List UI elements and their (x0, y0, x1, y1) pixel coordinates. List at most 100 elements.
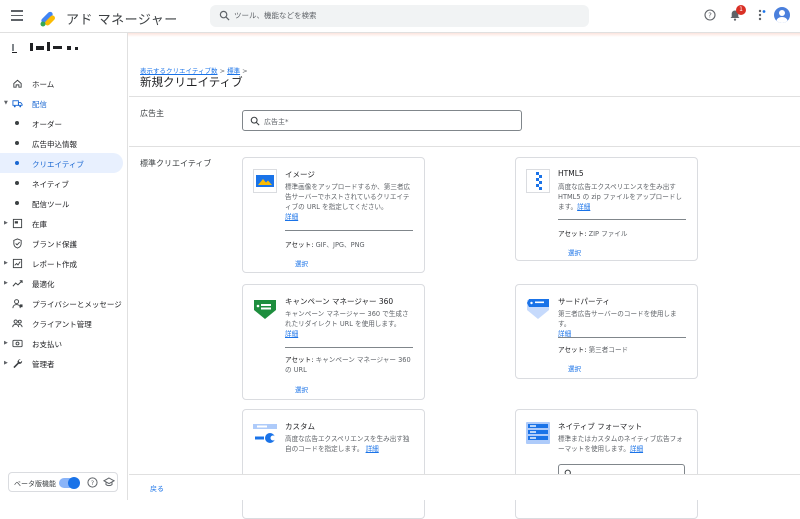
card-assets: アセット: GIF、JPG、PNG (285, 240, 415, 250)
sidebar-item-label: 管理者 (32, 360, 55, 369)
sidebar: ホーム ▼ 配信 オーダー 広告申込情報 クリエイティブ ネイティブ 配信ツール (0, 33, 128, 500)
network-name-redacted[interactable] (12, 40, 102, 54)
advertiser-input[interactable]: 広告主* (242, 110, 522, 131)
app-name: アド マネージャー (66, 13, 178, 28)
learn-more-link[interactable]: 詳細 (366, 445, 379, 453)
sidebar-item-delivery[interactable]: ▼ 配信 (0, 93, 128, 113)
inventory-icon (12, 218, 23, 229)
sidebar-item-label: ホーム (32, 80, 55, 89)
bullet-icon (15, 201, 19, 205)
asset-label: アセット: (558, 346, 587, 354)
select-button[interactable]: 選択 (295, 258, 308, 268)
breadcrumb-separator: > (242, 67, 248, 75)
learn-more-link[interactable]: 詳細 (577, 203, 590, 211)
beta-features-label: ベータ版機能 (14, 480, 56, 488)
select-button[interactable]: 選択 (568, 247, 581, 257)
card-assets: アセット: 第三者コード (558, 345, 688, 355)
notification-badge: 1 (736, 5, 746, 15)
native-format-icon (526, 422, 550, 444)
sidebar-item-proposals[interactable]: 広告申込情報 (0, 133, 128, 153)
learn-more-link[interactable]: 詳細 (285, 213, 298, 221)
standard-creatives-label: 標準クリエイティブ (140, 159, 212, 168)
card-description-text: 第三者広告サーバーのコードを使用します。 (558, 310, 677, 328)
sidebar-item-label: 配信ツール (32, 200, 70, 209)
sidebar-item-admin[interactable]: ▶ 管理者 (0, 353, 128, 373)
sidebar-item-brand-safety[interactable]: ブランド保護 (0, 233, 128, 253)
html5-icon (526, 169, 550, 193)
creative-card-image[interactable]: イメージ 標準画像をアップロードするか、第三者広告サーバーでホストされているクリ… (242, 157, 425, 273)
card-description: 高度な広告エクスペリエンスを生み出す独自のコードを指定します。 詳細 (285, 434, 415, 454)
creative-card-campaign-manager[interactable]: キャンペーン マネージャー 360 キャンペーン マネージャー 360 で生成さ… (242, 284, 425, 400)
learn-more-link[interactable]: 詳細 (630, 445, 643, 453)
asset-label: アセット: (285, 241, 314, 249)
search-icon (219, 10, 230, 21)
card-description-text: キャンペーン マネージャー 360 で生成されたリダイレクト URL を使用しま… (285, 310, 409, 328)
creative-card-html5[interactable]: HTML5 高度な広告エクスペリエンスを生み出す HTML5 の zip ファイ… (515, 157, 698, 261)
search-placeholder: ツール、機能などを検索 (234, 11, 317, 20)
svg-text:?: ? (708, 12, 712, 20)
sidebar-item-label: クリエイティブ (32, 160, 84, 169)
expand-down-icon[interactable]: ▼ (4, 100, 8, 106)
account-avatar[interactable] (774, 7, 790, 23)
card-title: サードパーティ (558, 297, 611, 306)
trending-icon (12, 280, 23, 287)
expand-right-icon[interactable]: ▶ (4, 340, 8, 346)
truck-icon (12, 100, 23, 108)
beta-features-toggle[interactable] (59, 477, 80, 489)
creative-card-custom[interactable]: カスタム 高度な広告エクスペリエンスを生み出す独自のコードを指定します。 詳細 (242, 409, 425, 519)
select-button[interactable]: 選択 (295, 384, 308, 394)
card-description-text: 標準画像をアップロードするか、第三者広告サーバーでホストされているクリエイティブ… (285, 183, 411, 211)
sidebar-item-label: プライバシーとメッセージ (32, 300, 122, 309)
menu-icon[interactable] (11, 10, 23, 22)
help-icon[interactable]: ? (704, 9, 716, 21)
sidebar-item-privacy[interactable]: プライバシーとメッセージ (0, 293, 128, 313)
beta-features-panel: ベータ版機能 ? (8, 472, 118, 492)
expand-right-icon[interactable]: ▶ (4, 280, 8, 286)
shield-icon (13, 238, 22, 249)
payment-icon (12, 339, 23, 348)
custom-code-icon (253, 424, 277, 443)
card-description: 第三者広告サーバーのコードを使用します。 詳細 (558, 309, 688, 339)
learn-more-link[interactable]: 詳細 (285, 330, 298, 338)
card-assets: アセット: ZIP ファイル (558, 229, 688, 239)
expand-right-icon[interactable]: ▶ (4, 220, 8, 226)
card-assets: アセット: キャンペーン マネージャー 360 の URL (285, 355, 415, 375)
sidebar-item-creatives[interactable]: クリエイティブ (0, 153, 123, 173)
sidebar-item-reporting[interactable]: ▶ レポート作成 (0, 253, 128, 273)
expand-right-icon[interactable]: ▶ (4, 260, 8, 266)
asset-label: アセット: (558, 230, 587, 238)
asset-value: ZIP ファイル (586, 230, 628, 238)
search-bar[interactable]: ツール、機能などを検索 (210, 5, 589, 27)
sidebar-item-orders[interactable]: オーダー (0, 113, 128, 133)
back-button[interactable]: 戻る (150, 484, 164, 494)
third-party-tag-icon (527, 299, 549, 319)
sidebar-item-clients[interactable]: クライアント管理 (0, 313, 128, 333)
sidebar-item-label: ネイティブ (32, 180, 69, 189)
card-divider (558, 219, 686, 220)
advertiser-label: 広告主 (140, 109, 164, 118)
sidebar-item-billing[interactable]: ▶ お支払い (0, 333, 128, 353)
select-button[interactable]: 選択 (568, 363, 581, 373)
sidebar-item-label: 在庫 (32, 220, 47, 229)
help-icon[interactable]: ? (87, 477, 98, 488)
sidebar-item-delivery-tools[interactable]: 配信ツール (0, 193, 128, 213)
ad-manager-logo[interactable] (38, 6, 60, 28)
card-title: ネイティブ フォーマット (558, 422, 643, 431)
school-icon[interactable] (103, 477, 115, 488)
sidebar-item-label: オーダー (32, 120, 62, 129)
card-description: キャンペーン マネージャー 360 で生成されたリダイレクト URL を使用しま… (285, 309, 415, 339)
advertiser-placeholder: 広告主* (264, 118, 289, 126)
sidebar-item-label: 配信 (32, 100, 47, 109)
expand-right-icon[interactable]: ▶ (4, 360, 8, 366)
creative-card-native[interactable]: ネイティブ フォーマット 標準またはカスタムのネイティブ広告フォーマットを使用し… (515, 409, 698, 519)
sidebar-item-native[interactable]: ネイティブ (0, 173, 128, 193)
sidebar-item-inventory[interactable]: ▶ 在庫 (0, 213, 128, 233)
sidebar-item-optimization[interactable]: ▶ 最適化 (0, 273, 128, 293)
more-vert-icon[interactable] (754, 9, 766, 21)
page-title: 新規クリエイティブ (140, 75, 243, 89)
sidebar-item-home[interactable]: ホーム (0, 73, 128, 93)
privacy-icon (12, 299, 23, 309)
main-content: 表示するクリエイティブ数 > 標準 > 新規クリエイティブ 広告主 広告主* 標… (129, 37, 800, 519)
card-description: 標準またはカスタムのネイティブ広告フォーマットを使用します。詳細 (558, 434, 688, 454)
creative-card-third-party[interactable]: サードパーティ 第三者広告サーバーのコードを使用します。 詳細 アセット: 第三者… (515, 284, 698, 379)
